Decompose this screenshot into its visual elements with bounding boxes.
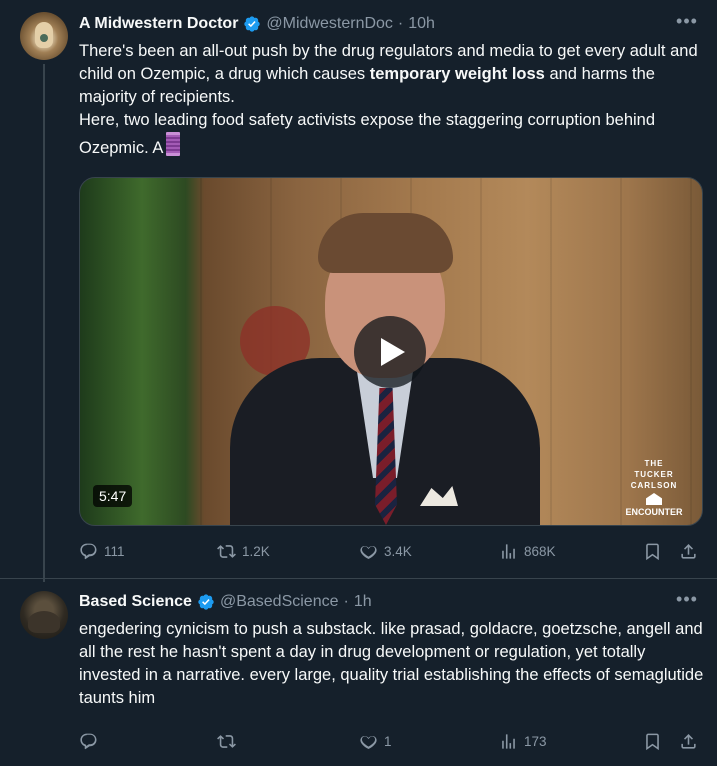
like-icon xyxy=(360,735,377,749)
views-icon xyxy=(502,543,515,559)
tweet-actions: 111 1.2K 3.4K 868K xyxy=(79,541,701,561)
avatar-shape xyxy=(28,611,60,633)
display-name[interactable]: A Midwestern Doctor xyxy=(79,15,238,33)
tweet-text: engedering cynicism to push a substack. … xyxy=(79,620,704,707)
tweet-text-bold: temporary weight loss xyxy=(369,65,545,83)
more-icon[interactable]: ••• xyxy=(675,12,699,34)
play-icon xyxy=(381,338,405,366)
share-icon xyxy=(681,543,696,559)
bookmark-button[interactable] xyxy=(643,731,662,751)
watermark-bottom: ENCOUNTER xyxy=(625,507,683,517)
reply-icon xyxy=(80,733,97,749)
views-button[interactable]: 173 xyxy=(499,731,547,751)
share-button[interactable] xyxy=(679,731,698,751)
avatar[interactable] xyxy=(20,591,68,639)
views-count: 868K xyxy=(524,543,556,559)
like-button[interactable]: 1 xyxy=(359,731,392,751)
tweet-text: There's been an all-out push by the drug… xyxy=(79,40,704,160)
avatar[interactable] xyxy=(20,12,68,60)
like-count: 3.4K xyxy=(384,543,412,559)
tweet-header: Based Science @BasedScience · 1h xyxy=(79,592,372,612)
tweet-actions: 1 173 xyxy=(79,731,701,751)
video-watermark-logo: THE TUCKER CARLSON ENCOUNTER xyxy=(615,458,693,517)
tweet-header: A Midwestern Doctor @MidwesternDoc · 10h xyxy=(79,14,435,34)
repost-icon xyxy=(217,544,236,558)
watermark-mid: TUCKER CARLSON xyxy=(630,470,678,490)
watermark-house-icon xyxy=(646,493,662,505)
repost-button[interactable] xyxy=(217,731,242,751)
like-button[interactable]: 3.4K xyxy=(359,541,412,561)
handle[interactable]: @BasedScience xyxy=(220,593,339,611)
verified-badge-icon xyxy=(244,16,261,32)
like-count: 1 xyxy=(384,733,392,749)
views-icon xyxy=(502,733,515,749)
video-hair xyxy=(318,213,453,273)
views-count: 173 xyxy=(524,733,547,749)
display-name[interactable]: Based Science xyxy=(79,593,192,611)
share-icon xyxy=(681,733,696,749)
thread-connector-line xyxy=(43,64,45,582)
video-player[interactable]: 5:47 THE TUCKER CARLSON ENCOUNTER xyxy=(79,177,703,526)
video-duration: 5:47 xyxy=(93,485,133,507)
repost-count: 1.2K xyxy=(242,543,270,559)
reply-icon xyxy=(80,543,97,559)
repost-icon xyxy=(217,734,236,748)
avatar-eye xyxy=(40,34,48,42)
verified-badge-icon xyxy=(198,594,214,610)
separator-dot: · xyxy=(397,15,404,32)
reply-button[interactable]: 111 xyxy=(79,541,125,561)
bookmark-button[interactable] xyxy=(643,541,662,561)
reply-button[interactable] xyxy=(79,731,104,751)
separator-dot: · xyxy=(343,593,349,610)
timestamp[interactable]: 1h xyxy=(354,593,372,611)
repost-button[interactable]: 1.2K xyxy=(217,541,270,561)
reply-count: 111 xyxy=(104,543,125,559)
play-button[interactable] xyxy=(354,316,426,388)
thread-emoji-icon xyxy=(166,132,181,156)
share-button[interactable] xyxy=(679,541,698,561)
views-button[interactable]: 868K xyxy=(499,541,556,561)
bookmark-icon xyxy=(646,733,659,750)
timestamp[interactable]: 10h xyxy=(408,15,435,33)
handle[interactable]: @MidwesternDoc xyxy=(266,15,393,33)
more-icon[interactable]: ••• xyxy=(675,590,699,612)
watermark-top: THE xyxy=(644,459,664,468)
bookmark-icon xyxy=(646,543,659,560)
like-icon xyxy=(360,545,377,559)
